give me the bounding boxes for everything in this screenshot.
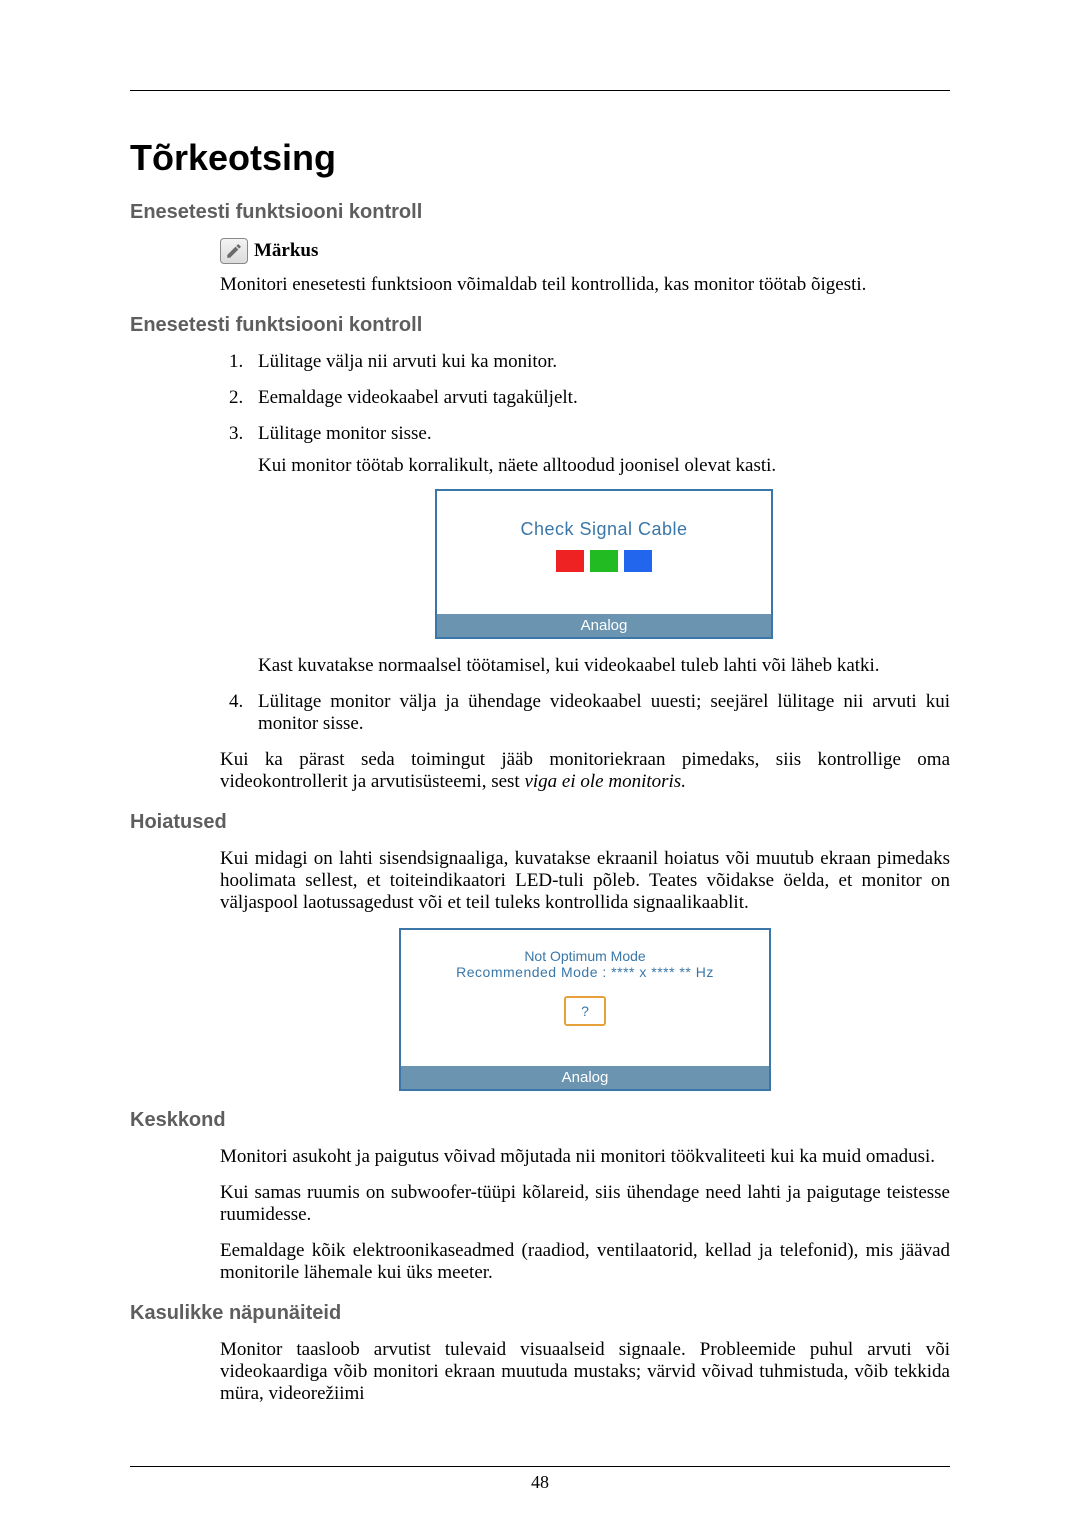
note-label: Märkus xyxy=(254,240,318,262)
section-heading-selftest-1: Enesetesti funktsiooni kontroll xyxy=(130,201,950,224)
pencil-note-icon xyxy=(220,238,248,264)
after-list-paragraph: Kui ka pärast seda toimingut jääb monito… xyxy=(220,749,950,793)
step-item: Eemaldage videokaabel arvuti tagaküljelt… xyxy=(248,387,950,409)
step-subtext: Kui monitor töötab korralikult, näete al… xyxy=(258,455,950,477)
step-item: Lülitage monitor sisse. Kui monitor tööt… xyxy=(248,423,950,677)
osd-dialog-footer: Analog xyxy=(401,1066,769,1089)
section-content: Lülitage välja nii arvuti kui ka monitor… xyxy=(220,351,950,793)
figure-check-signal-cable: Check Signal Cable Analog xyxy=(258,489,950,639)
step-text: Lülitage välja nii arvuti kui ka monitor… xyxy=(258,351,557,372)
paragraph: Monitor taasloob arvutist tulevaid visua… xyxy=(220,1339,950,1405)
square-red-icon xyxy=(556,550,584,572)
section-heading-tips: Kasulikke näpunäiteid xyxy=(130,1302,950,1325)
section-content: Märkus Monitori enesetesti funktsioon võ… xyxy=(220,238,950,296)
bottom-divider xyxy=(130,1466,950,1467)
square-green-icon xyxy=(590,550,618,572)
square-blue-icon xyxy=(624,550,652,572)
step-aftertext: Kast kuvatakse normaalsel töötamisel, ku… xyxy=(258,655,950,677)
italic-run: viga ei ole monitoris. xyxy=(524,771,685,792)
osd-dialog-body: Check Signal Cable xyxy=(437,491,771,590)
step-text: Lülitage monitor välja ja ühendage video… xyxy=(258,691,950,734)
osd-dialog: Not Optimum Mode Recommended Mode : ****… xyxy=(399,928,771,1091)
page-title: Tõrkeotsing xyxy=(130,137,950,179)
figure-not-optimum-mode: Not Optimum Mode Recommended Mode : ****… xyxy=(220,928,950,1091)
section-content: Monitor taasloob arvutist tulevaid visua… xyxy=(220,1339,950,1405)
step-text: Eemaldage videokaabel arvuti tagaküljelt… xyxy=(258,387,578,408)
paragraph: Monitori asukoht ja paigutus võivad mõju… xyxy=(220,1146,950,1168)
paragraph: Eemaldage kõik elektroonikaseadmed (raad… xyxy=(220,1240,950,1284)
osd-dialog: Check Signal Cable Analog xyxy=(435,489,773,639)
section-heading-environment: Keskkond xyxy=(130,1109,950,1132)
document-page: Tõrkeotsing Enesetesti funktsiooni kontr… xyxy=(0,0,1080,1527)
step-text: Lülitage monitor sisse. xyxy=(258,423,432,444)
note-row: Märkus xyxy=(220,238,950,264)
section-content: Monitori asukoht ja paigutus võivad mõju… xyxy=(220,1146,950,1284)
osd-dialog-body: Not Optimum Mode Recommended Mode : ****… xyxy=(401,930,769,1042)
note-text: Monitori enesetesti funktsioon võimaldab… xyxy=(220,274,950,296)
paragraph: Kui samas ruumis on subwoofer-tüüpi kõla… xyxy=(220,1182,950,1226)
numbered-steps: Lülitage välja nii arvuti kui ka monitor… xyxy=(220,351,950,735)
rgb-squares xyxy=(447,550,761,572)
section-content: Kui midagi on lahti sisendsignaaliga, ku… xyxy=(220,848,950,1091)
section-heading-selftest-2: Enesetesti funktsiooni kontroll xyxy=(130,314,950,337)
section-heading-warnings: Hoiatused xyxy=(130,811,950,834)
osd-dialog-footer: Analog xyxy=(437,614,771,637)
step-item: Lülitage välja nii arvuti kui ka monitor… xyxy=(248,351,950,373)
osd-line: Not Optimum Mode xyxy=(411,948,759,964)
osd-line: Recommended Mode : **** x **** ** Hz xyxy=(411,964,759,980)
question-button-icon: ? xyxy=(564,996,606,1026)
page-number: 48 xyxy=(0,1472,1080,1493)
top-divider xyxy=(130,90,950,91)
step-item: Lülitage monitor välja ja ühendage video… xyxy=(248,691,950,735)
paragraph: Kui midagi on lahti sisendsignaaliga, ku… xyxy=(220,848,950,914)
osd-dialog-title: Check Signal Cable xyxy=(447,519,761,540)
